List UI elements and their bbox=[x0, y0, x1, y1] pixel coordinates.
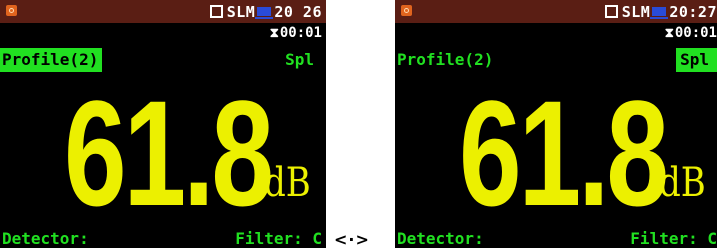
battery-icon bbox=[255, 7, 274, 19]
reading-value: 61.8 bbox=[64, 69, 274, 237]
detector-label: Detector: bbox=[397, 229, 484, 248]
function-selector[interactable]: Spl bbox=[281, 48, 318, 72]
transition-arrow: <·> bbox=[334, 230, 370, 249]
mode-label: SLM bbox=[621, 2, 651, 21]
detector-label: Detector: bbox=[2, 229, 89, 248]
microphone-icon bbox=[401, 5, 412, 16]
reading-unit: dB bbox=[264, 160, 311, 206]
mode-label: SLM bbox=[226, 2, 256, 21]
status-right: SLM 20 26 bbox=[209, 2, 322, 21]
elapsed-timer: ⧗00:01 bbox=[395, 23, 717, 43]
hourglass-icon: ⧗ bbox=[269, 26, 279, 41]
main-reading: 61.8 dB bbox=[0, 69, 326, 237]
clock-time: 20:27 bbox=[669, 2, 717, 21]
elapsed-timer: ⧗00:01 bbox=[0, 23, 322, 43]
timer-value: 00:01 bbox=[674, 25, 717, 41]
timer-value: 00:01 bbox=[279, 25, 322, 41]
reading-value: 61.8 bbox=[459, 69, 669, 237]
clock-time: 20 26 bbox=[274, 2, 322, 21]
status-bar: SLM 20:27 bbox=[395, 0, 717, 23]
main-reading: 61.8 dB bbox=[395, 69, 717, 237]
bottom-row: Detector: Filter: C bbox=[0, 227, 326, 248]
mode-box-icon bbox=[209, 5, 223, 18]
battery-icon bbox=[650, 7, 669, 19]
bottom-row: Detector: Filter: C bbox=[395, 227, 717, 248]
status-right: SLM 20:27 bbox=[604, 2, 717, 21]
meter-screen-left: SLM 20 26 ⧗00:01 Profile(2) Spl 61.8 dB … bbox=[0, 0, 326, 248]
hourglass-icon: ⧗ bbox=[664, 26, 674, 41]
filter-label: Filter: C bbox=[630, 229, 717, 248]
meter-screen-right: SLM 20:27 ⧗00:01 Profile(2) Spl 61.8 dB … bbox=[395, 0, 717, 248]
function-selector[interactable]: Spl bbox=[676, 48, 717, 72]
filter-label: Filter: C bbox=[235, 229, 322, 248]
reading-unit: dB bbox=[659, 160, 706, 206]
mode-box-icon bbox=[604, 5, 618, 18]
status-bar: SLM 20 26 bbox=[0, 0, 326, 23]
microphone-icon bbox=[6, 5, 17, 16]
